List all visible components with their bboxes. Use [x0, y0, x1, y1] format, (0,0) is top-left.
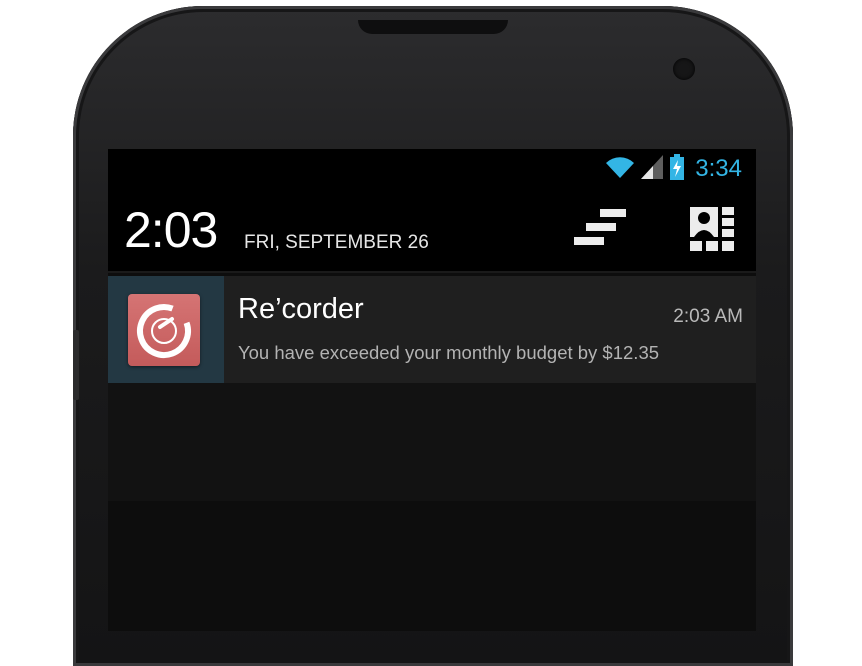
header-date: FRI, SEPTEMBER 26 — [244, 232, 429, 253]
phone-screen: 3:34 2:03 FRI, SEPTEMBER 26 Re’corder 2:… — [108, 149, 756, 631]
status-icons: 3:34 — [605, 153, 742, 185]
notification-header: 2:03 FRI, SEPTEMBER 26 — [108, 187, 756, 273]
front-camera — [673, 58, 695, 80]
notification-title: Re’corder — [238, 293, 364, 325]
recorder-app-icon — [128, 294, 200, 366]
clear-all-button[interactable] — [572, 205, 626, 253]
header-time: 2:03 — [124, 202, 218, 258]
clear-all-icon — [572, 209, 628, 253]
volume-button — [73, 330, 79, 400]
status-clock: 3:34 — [695, 155, 742, 182]
quick-settings-button[interactable] — [688, 205, 742, 253]
notification-icon-area — [108, 276, 224, 383]
earpiece-speaker — [358, 20, 508, 34]
notification-time: 2:03 AM — [673, 306, 743, 327]
notification-text: You have exceeded your monthly budget by… — [238, 342, 660, 363]
notification-panel-empty-area — [108, 383, 756, 501]
battery-charging-icon — [669, 153, 685, 185]
status-bar[interactable]: 3:34 — [108, 149, 756, 187]
quick-settings-icon — [688, 207, 736, 257]
notification-card[interactable]: Re’corder 2:03 AM You have exceeded your… — [108, 276, 756, 383]
cell-signal-icon — [641, 154, 664, 184]
wifi-icon — [605, 155, 635, 184]
